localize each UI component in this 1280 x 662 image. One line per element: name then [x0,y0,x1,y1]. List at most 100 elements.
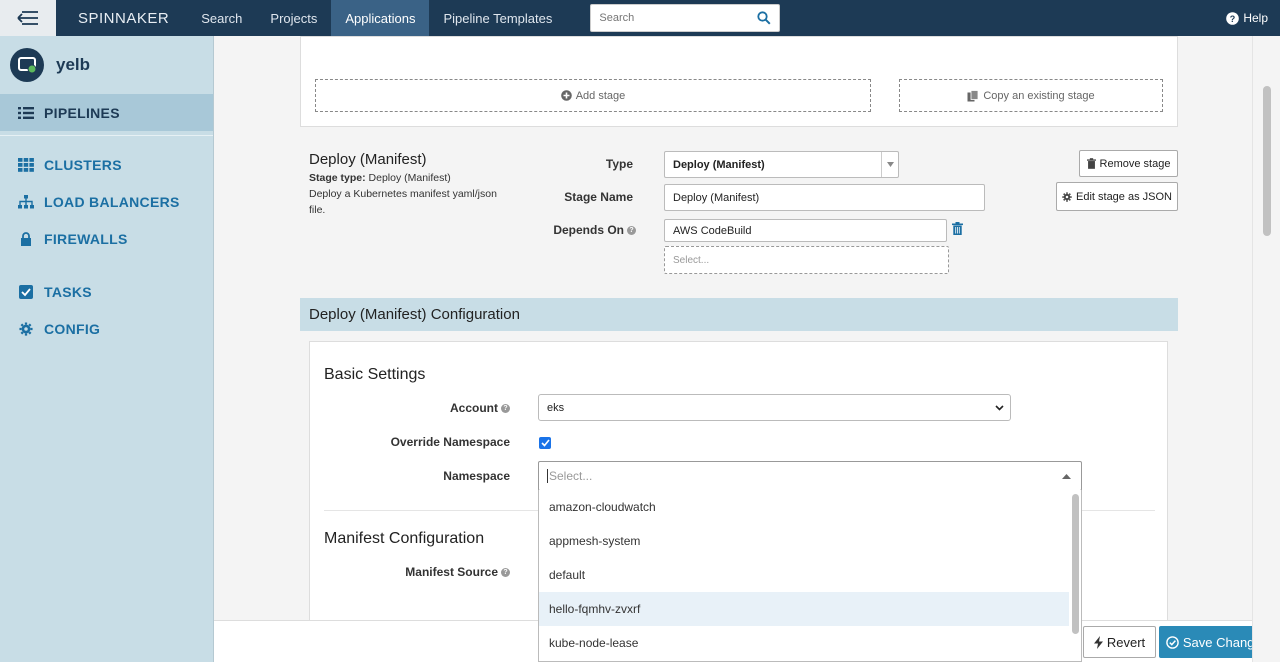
add-stage-button[interactable]: Add stage [315,79,871,112]
help-icon[interactable]: ? [627,226,636,236]
app-header: yelb [0,36,213,94]
sidebar-item-label: TASKS [44,283,92,300]
add-stage-label: Add stage [575,89,626,102]
namespace-option[interactable]: appmesh-system [539,524,1069,558]
plus-circle-icon [560,90,572,101]
depends-on-tag[interactable]: AWS CodeBuild [664,219,947,242]
stage-description: Deploy a Kubernetes manifest yaml/json f… [309,188,497,216]
stage-name-input[interactable]: Deploy (Manifest) [664,184,985,211]
stage-type-value: Deploy (Manifest) [368,172,451,184]
type-select[interactable]: Deploy (Manifest) [664,151,899,178]
question-circle-icon: ? [1226,11,1240,25]
stage-name-label: Stage Name [564,190,633,204]
namespace-option[interactable]: amazon-cloudwatch [539,490,1069,524]
sitemap-icon [18,194,34,208]
caret-up-icon [1062,474,1071,479]
namespace-option-highlighted[interactable]: hello-fqmhv-zvxrf [539,592,1069,626]
app-name[interactable]: yelb [56,55,90,75]
sidebar-item-label: LOAD BALANCERS [44,193,180,210]
config-section-header: Deploy (Manifest) Configuration [300,298,1178,331]
check-square-icon [19,284,33,299]
override-namespace-checkbox[interactable] [539,437,551,449]
nav-projects[interactable]: Projects [256,0,331,36]
sidebar-item-label: FIREWALLS [44,230,128,247]
type-select-value: Deploy (Manifest) [673,158,765,171]
account-label-text: Account [450,401,498,415]
check-circle-icon [1166,635,1179,649]
global-search [590,4,781,32]
help-icon[interactable]: ? [501,568,510,578]
depends-on-label: Depends On? [534,223,636,237]
namespace-dropdown-menu: amazon-cloudwatch appmesh-system default… [538,490,1082,662]
sidebar-item-pipelines[interactable]: PIPELINES [0,94,213,131]
check-icon [540,439,550,447]
trash-icon [1086,158,1096,169]
manifest-source-text: Manifest Source [405,565,498,579]
gear-icon [1062,191,1072,202]
sidebar-item-label: CONFIG [44,320,101,337]
text-cursor [547,469,548,483]
sidebar-item-load-balancers[interactable]: LOAD BALANCERS [0,183,213,220]
sidebar-divider [0,135,213,136]
namespace-option[interactable]: kube-node-lease [539,626,1069,660]
search-input[interactable] [599,12,750,24]
stage-info: Stage type: Deploy (Manifest) Deploy a K… [309,170,509,218]
edit-json-label: Edit stage as JSON [1076,190,1172,203]
sidebar-item-firewalls[interactable]: FIREWALLS [0,220,213,257]
pipeline-graph-panel: Add stage Copy an existing stage [300,36,1178,127]
lock-icon [21,231,31,246]
search-icon[interactable] [757,11,771,25]
depends-on-select[interactable]: Select... [664,246,949,274]
manifest-source-label: Manifest Source? [370,565,510,579]
namespace-placeholder: Select... [549,469,593,483]
help-icon[interactable]: ? [501,404,510,414]
namespace-option[interactable]: default [539,558,1069,592]
list-icon [18,106,34,119]
help-link[interactable]: ? Help [1226,0,1268,36]
revert-button[interactable]: Revert [1083,626,1156,658]
sidebar-item-label: PIPELINES [44,104,120,121]
type-label: Type [605,157,633,171]
account-label: Account? [370,401,510,415]
copy-icon [967,89,979,101]
edit-json-button[interactable]: Edit stage as JSON [1056,182,1178,211]
sidebar-item-label: CLUSTERS [44,156,122,173]
revert-label: Revert [1106,634,1146,650]
stage-title: Deploy (Manifest) [309,151,427,168]
grid-icon [18,157,34,172]
bolt-icon [1093,635,1103,649]
depends-on-text: Depends On [553,223,624,237]
remove-stage-button[interactable]: Remove stage [1079,150,1178,177]
basic-settings-heading: Basic Settings [324,366,426,383]
app-avatar [10,48,44,82]
page-scrollbar-thumb[interactable] [1263,86,1271,236]
sidebar-item-config[interactable]: CONFIG [0,310,213,347]
stage-type-label: Stage type: [309,172,366,184]
copy-stage-button[interactable]: Copy an existing stage [899,79,1163,112]
main-content: Add stage Copy an existing stage Deploy … [214,36,1280,662]
nav-applications[interactable]: Applications [331,0,430,36]
page-scrollbar[interactable] [1252,36,1280,662]
sidebar-item-tasks[interactable]: TASKS [0,273,213,310]
help-label: Help [1243,11,1268,25]
override-namespace-label: Override Namespace [390,435,510,449]
copy-stage-label: Copy an existing stage [983,89,1095,102]
nav-search[interactable]: Search [187,0,256,36]
collapse-sidebar-icon[interactable] [0,0,56,36]
gear-icon [19,321,33,336]
account-select-value: eks [547,401,565,414]
remove-stage-label: Remove stage [1099,157,1171,170]
application-icon [18,57,37,74]
sidebar: yelb PIPELINES CLUSTERS LOAD BALANCERS F… [0,36,214,662]
trash-icon[interactable] [952,222,963,235]
brand-logo[interactable]: SPINNAKER [56,10,187,27]
nav-pipeline-templates[interactable]: Pipeline Templates [429,0,566,36]
namespace-label: Namespace [443,469,510,483]
dropdown-scrollbar[interactable] [1072,494,1079,634]
svg-text:?: ? [1230,14,1236,24]
top-nav: SPINNAKER Search Projects Applications P… [0,0,1280,36]
account-select[interactable]: eks [538,394,1011,421]
sidebar-item-clusters[interactable]: CLUSTERS [0,146,213,183]
manifest-config-heading: Manifest Configuration [324,530,485,547]
namespace-select[interactable]: Select... [538,461,1082,491]
